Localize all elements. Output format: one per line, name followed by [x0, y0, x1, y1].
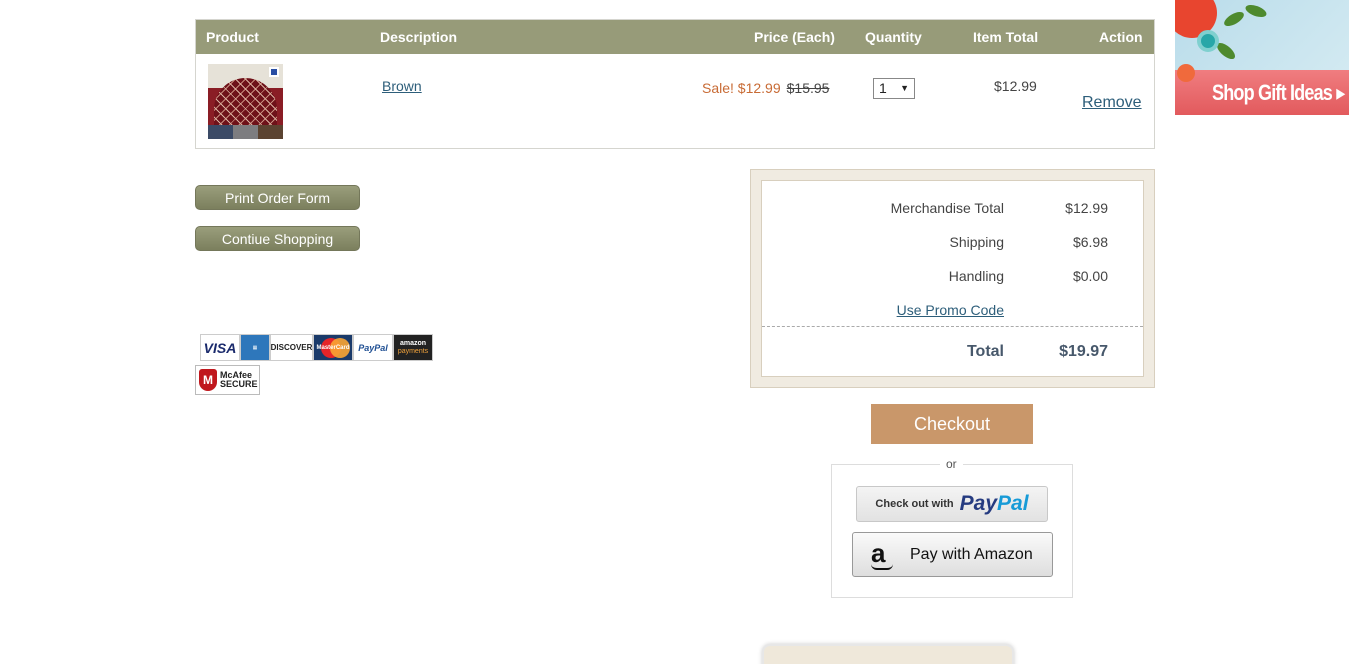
summary-divider	[762, 326, 1143, 327]
amazon-icon: a	[871, 540, 895, 570]
shop-gift-ideas-banner[interactable]: Shop Gift Ideas ▸	[1175, 0, 1349, 115]
quantity-value: 1	[879, 80, 887, 96]
flag-icon	[269, 67, 279, 77]
use-promo-code-link[interactable]: Use Promo Code	[897, 302, 1004, 318]
cart-header-row: Product Description Price (Each) Quantit…	[196, 20, 1154, 54]
or-separator: or	[940, 457, 963, 471]
discover-icon: DISCOVER	[270, 334, 313, 361]
remove-link[interactable]: Remove	[1082, 94, 1142, 112]
quantity-select[interactable]: 1 ▼	[873, 78, 915, 99]
amazon-payments-icon: amazon payments	[393, 334, 433, 361]
header-quantity: Quantity	[865, 29, 922, 45]
order-summary: Merchandise Total $12.99 Shipping $6.98 …	[750, 169, 1155, 388]
header-price: Price (Each)	[754, 29, 835, 45]
original-price: $15.95	[786, 80, 830, 96]
header-product: Product	[206, 29, 259, 45]
header-description: Description	[380, 29, 458, 45]
mcafee-shield-icon: M	[199, 369, 217, 391]
paypal-checkout-button[interactable]: Check out with Pay Pal	[856, 486, 1048, 522]
print-order-form-button[interactable]: Print Order Form	[195, 185, 360, 210]
paypal-logo-icon: PayPal	[353, 334, 393, 361]
bottom-panel	[762, 644, 1014, 664]
cart-item-row: Brown Sale! $12.99 $15.95 1 ▼ $12.99 Remo…	[196, 54, 1154, 149]
sale-price: Sale! $12.99	[702, 80, 781, 96]
teal-flower-icon	[1197, 30, 1219, 52]
item-total-value: $12.99	[994, 78, 1037, 94]
banner-text: Shop Gift Ideas ▸	[1212, 80, 1345, 105]
checkout-button[interactable]: Checkout	[871, 404, 1033, 444]
header-action: Action	[1099, 29, 1143, 45]
mcafee-secure-badge[interactable]: M McAfee SECURE	[195, 365, 260, 395]
amex-icon: ▦	[240, 334, 270, 361]
chevron-down-icon: ▼	[900, 83, 909, 93]
continue-shopping-button[interactable]: Contiue Shopping	[195, 226, 360, 251]
header-item-total: Item Total	[973, 29, 1039, 45]
product-thumbnail[interactable]	[208, 64, 283, 139]
visa-icon: VISA	[200, 334, 240, 361]
small-flower-icon	[1177, 64, 1195, 82]
payment-logos: VISA ▦ DISCOVER MasterCard PayPal amazon…	[200, 334, 433, 362]
alternative-checkout-box: or Check out with Pay Pal a Pay with Amaz…	[831, 457, 1073, 598]
product-description-link[interactable]: Brown	[382, 78, 422, 94]
mastercard-icon: MasterCard	[313, 334, 353, 361]
cart-table: Product Description Price (Each) Quantit…	[195, 19, 1155, 149]
pay-with-amazon-button[interactable]: a Pay with Amazon	[852, 532, 1053, 577]
product-price: Sale! $12.99 $15.95	[702, 80, 829, 96]
